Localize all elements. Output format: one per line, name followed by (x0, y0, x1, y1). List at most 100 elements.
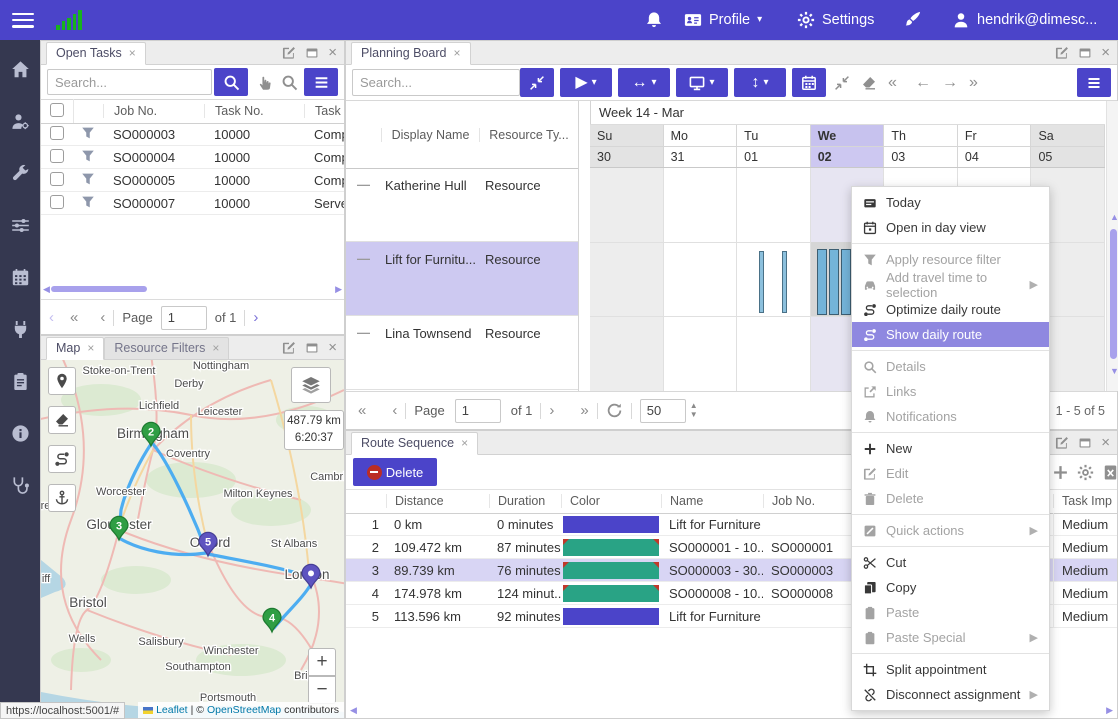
calendar-day-Th[interactable]: Th (884, 125, 958, 146)
row-checkbox[interactable] (50, 126, 64, 140)
sidebar-item-calendar[interactable] (11, 268, 30, 287)
col-name[interactable]: Name (661, 494, 763, 508)
edit-panel-icon[interactable] (282, 341, 296, 355)
gear-icon[interactable] (1077, 464, 1094, 481)
toolbar-angles-left-button[interactable]: « (888, 74, 905, 91)
toolbar-arrows-v-button[interactable]: ↕▾ (734, 68, 786, 97)
osm-link[interactable]: OpenStreetMap (207, 704, 281, 716)
magnifier-icon[interactable] (281, 74, 298, 91)
map-canvas[interactable]: Stoke-on-TrentDerbyNottinghamLichfieldLe… (41, 360, 344, 718)
col-resource-type[interactable]: Resource Ty... (479, 128, 578, 142)
menu-item-optimize-daily-route[interactable]: Optimize daily route (852, 297, 1049, 322)
calendar-day-Fr[interactable]: Fr (958, 125, 1032, 146)
map-control-eraser-button[interactable] (48, 406, 76, 434)
refresh-icon[interactable] (606, 402, 623, 419)
toolbar-eraser-button[interactable] (861, 74, 878, 91)
col-duration[interactable]: Duration (489, 494, 561, 508)
menu-item-new[interactable]: New (852, 436, 1049, 461)
zoom-out-button[interactable]: − (308, 676, 336, 704)
toolbar-compress-button[interactable] (520, 68, 554, 97)
drag-handle[interactable]: — (346, 316, 381, 389)
calendar-day-Su[interactable]: Su (590, 125, 664, 146)
col-display-name[interactable]: Display Name (381, 128, 479, 142)
calendar-column-Mo[interactable] (664, 168, 738, 391)
window-icon[interactable] (305, 46, 319, 60)
close-panel-icon[interactable]: × (328, 46, 337, 60)
calendar-date-01[interactable]: 01 (737, 147, 811, 167)
menu-item-add-travel-time-to-selection[interactable]: Add travel time to selection▶ (852, 272, 1049, 297)
table-row[interactable]: SO00000310000Compu (41, 123, 344, 146)
sidebar-item-tasks[interactable] (11, 372, 30, 391)
calendar-date-03[interactable]: 03 (884, 147, 958, 167)
col-color[interactable]: Color (561, 494, 661, 508)
menu-icon[interactable] (12, 13, 34, 28)
user-account[interactable]: hendrik@dimesc... (952, 11, 1097, 29)
calendar-date-04[interactable]: 04 (958, 147, 1032, 167)
map-control-pin-button[interactable] (48, 367, 76, 395)
window-icon[interactable] (1078, 436, 1092, 450)
page-input[interactable] (161, 306, 207, 330)
menu-item-copy[interactable]: Copy (852, 575, 1049, 600)
pager-prev2-icon[interactable]: ‹ (100, 309, 105, 326)
map-control-anchor-button[interactable] (48, 484, 76, 512)
table-row[interactable]: SO00000510000Compu (41, 169, 344, 192)
row-checkbox[interactable] (50, 172, 64, 186)
tab-map[interactable]: Map× (46, 337, 104, 360)
sidebar-item-info[interactable] (11, 424, 30, 443)
zoom-in-button[interactable]: + (308, 648, 336, 676)
menu-item-cut[interactable]: Cut (852, 550, 1049, 575)
tab-open-tasks[interactable]: Open Tasks× (46, 42, 146, 65)
planning-search-input[interactable] (352, 69, 520, 96)
bell-icon[interactable] (645, 11, 663, 29)
pager-prev-icon[interactable]: ‹ (392, 402, 397, 419)
menu-item-paste-special[interactable]: Paste Special▶ (852, 625, 1049, 650)
row-checkbox[interactable] (50, 149, 64, 163)
map-control-route-button[interactable] (48, 445, 76, 473)
table-row[interactable]: SO00000410000Compu (41, 146, 344, 169)
close-icon[interactable]: × (453, 47, 460, 59)
search-button[interactable] (214, 68, 248, 96)
col-distance[interactable]: Distance (386, 494, 489, 508)
leaflet-link[interactable]: Leaflet (156, 704, 188, 716)
pager-first-icon[interactable]: « (70, 309, 78, 326)
resource-row[interactable]: —Katherine HullResource (346, 168, 578, 242)
menu-item-split-appointment[interactable]: Split appointment (852, 657, 1049, 682)
vertical-scrollbar[interactable]: ▲ ▼ (1106, 101, 1118, 391)
toolbar-arrow-right-button[interactable]: → (942, 74, 959, 91)
col-task-importance[interactable]: Task Imp (1053, 494, 1117, 508)
menu-item-delete[interactable]: Delete (852, 486, 1049, 511)
col-task-desc[interactable]: Task D (304, 104, 344, 118)
menu-item-notifications[interactable]: Notifications (852, 404, 1049, 429)
drag-handle[interactable]: — (346, 168, 381, 241)
close-panel-icon[interactable]: × (328, 341, 337, 355)
page-input[interactable] (455, 399, 501, 423)
sidebar-item-diagnostics[interactable] (11, 476, 30, 495)
hand-pointer-icon[interactable] (257, 74, 274, 91)
add-icon[interactable] (1052, 464, 1069, 481)
excel-export-icon[interactable] (1102, 464, 1118, 481)
sidebar-item-tools[interactable] (11, 164, 30, 183)
menu-item-details[interactable]: Details (852, 354, 1049, 379)
sidebar-item-filters[interactable] (11, 216, 30, 235)
toolbar-play-button[interactable]: ▶▾ (560, 68, 612, 97)
menu-item-show-daily-route[interactable]: Show daily route (852, 322, 1049, 347)
sidebar-item-integrations[interactable] (11, 320, 30, 339)
menu-item-open-in-day-view[interactable]: Open in day view (852, 215, 1049, 240)
bar-chart-logo[interactable] (56, 10, 82, 30)
settings-menu[interactable]: Settings (797, 11, 874, 29)
appointment-bar[interactable] (829, 249, 839, 315)
filter-icon[interactable] (81, 126, 95, 140)
close-icon[interactable]: × (461, 437, 468, 449)
calendar-date-30[interactable]: 30 (590, 147, 664, 167)
grid-menu-button[interactable] (304, 68, 338, 96)
calendar-column-Su[interactable] (590, 168, 664, 391)
toolbar-calendar-outline-button[interactable] (792, 68, 826, 97)
pager-prev-icon[interactable]: ‹ (49, 309, 54, 326)
search-input[interactable] (47, 69, 212, 95)
toolbar-compress-button[interactable] (834, 74, 851, 91)
pager-first-icon[interactable]: « (358, 402, 366, 419)
page-size-stepper[interactable]: ▲▼ (690, 402, 698, 420)
drag-handle[interactable]: — (346, 242, 381, 315)
edit-panel-icon[interactable] (282, 46, 296, 60)
sidebar-item-home[interactable] (11, 60, 30, 79)
